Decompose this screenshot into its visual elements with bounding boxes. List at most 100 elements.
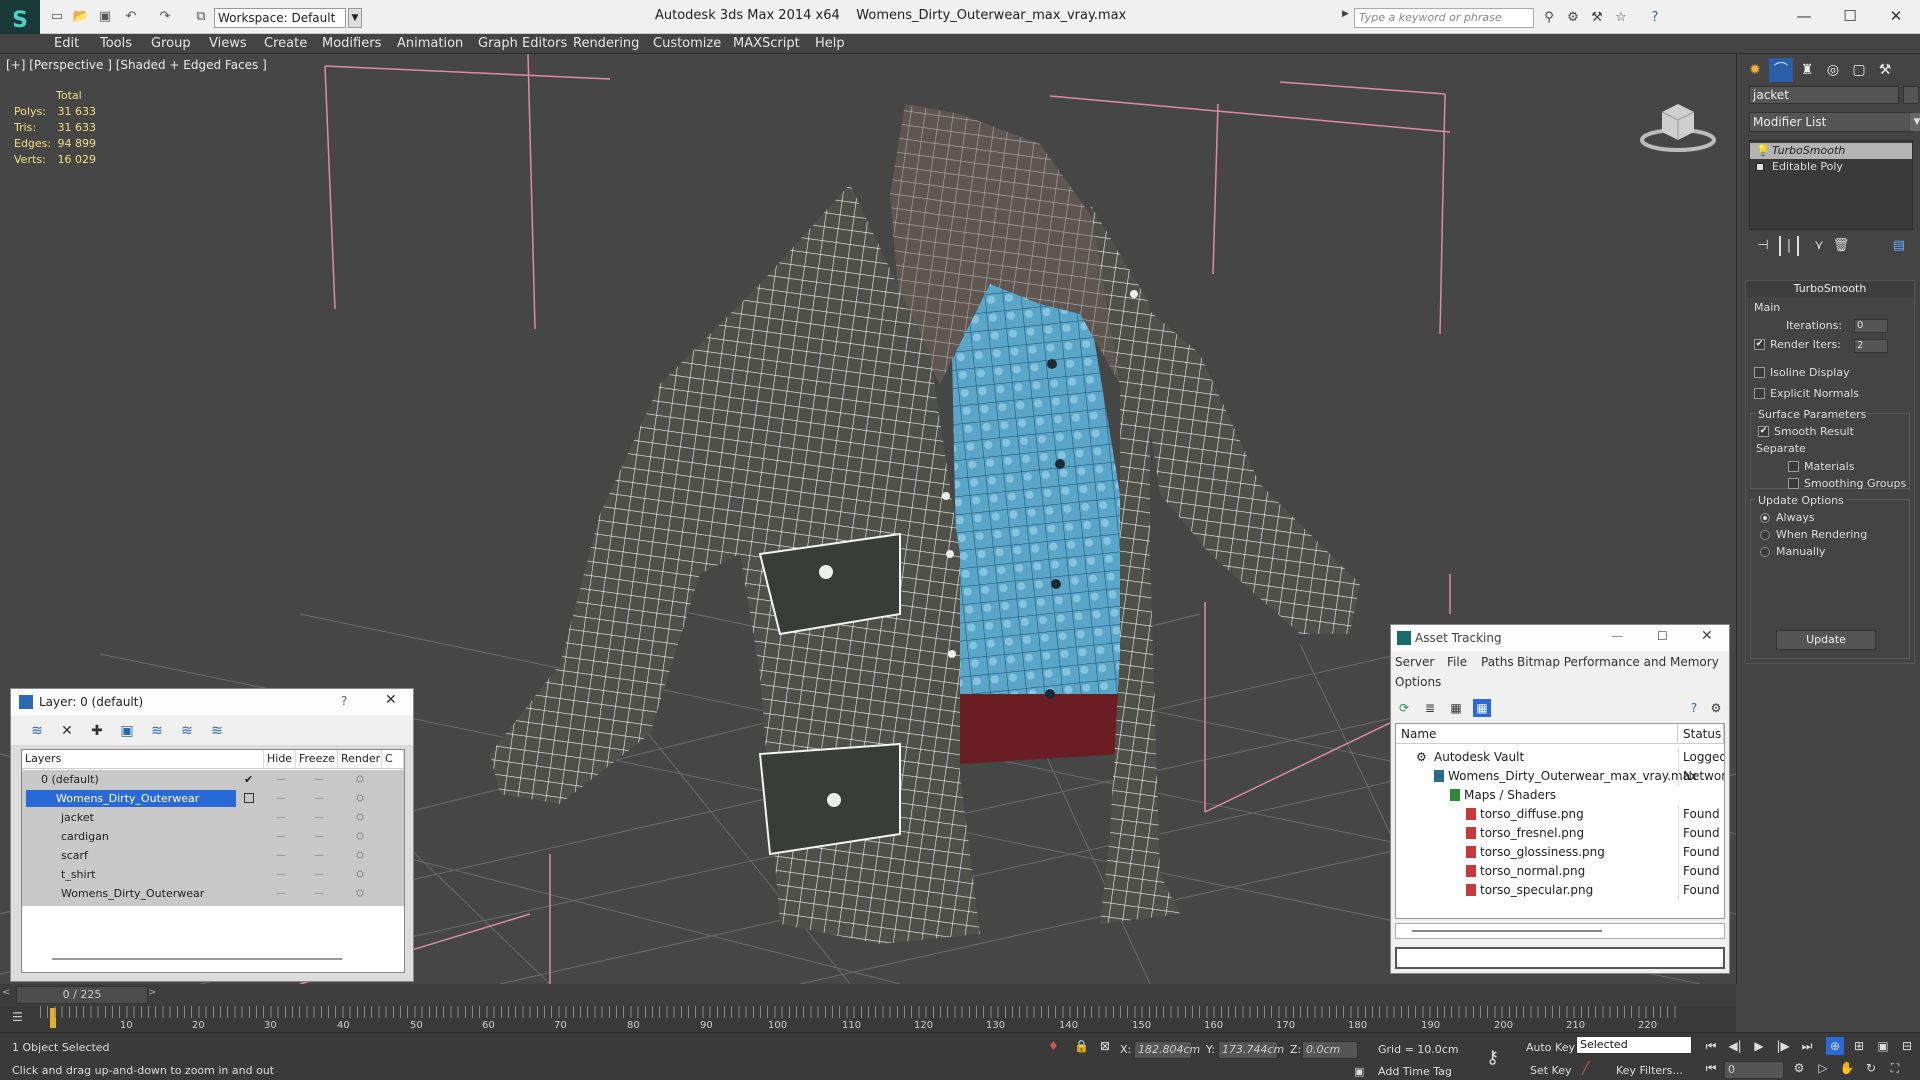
key-filters-button[interactable]: Key Filters... bbox=[1616, 1064, 1683, 1077]
save-icon[interactable]: ▣ bbox=[96, 8, 114, 26]
remove-modifier-icon[interactable]: 🗑 bbox=[1831, 236, 1851, 256]
asset-row[interactable]: torso_fresnel.png Found bbox=[1396, 824, 1724, 843]
lock-icon[interactable]: 🔒 bbox=[1074, 1039, 1089, 1053]
render-iters-spinner[interactable]: 2 bbox=[1854, 339, 1888, 353]
highlight-layer-icon[interactable]: ≋ bbox=[147, 721, 167, 741]
set-current-icon[interactable] bbox=[244, 793, 254, 803]
asset-path-field[interactable] bbox=[1395, 947, 1725, 969]
y-coord-field[interactable]: 173.744cm bbox=[1218, 1041, 1284, 1059]
add-time-tag[interactable]: Add Time Tag bbox=[1378, 1065, 1452, 1078]
menu-edit[interactable]: Edit bbox=[54, 34, 79, 54]
menu-views[interactable]: Views bbox=[209, 34, 247, 54]
z-coord-field[interactable]: 0.0cm bbox=[1302, 1041, 1358, 1059]
redo-icon[interactable]: ↷ bbox=[156, 8, 174, 26]
col-render[interactable]: Render bbox=[338, 750, 382, 768]
key-icon[interactable]: ⚷ bbox=[1486, 1047, 1499, 1068]
object-color-swatch[interactable] bbox=[1903, 86, 1919, 104]
select-objects-icon[interactable]: ▣ bbox=[117, 721, 137, 741]
communication-icon[interactable]: ⚒ bbox=[1588, 9, 1606, 27]
menu-group[interactable]: Group bbox=[151, 34, 191, 54]
menu-server[interactable]: Server bbox=[1395, 655, 1434, 669]
menu-customize[interactable]: Customize bbox=[653, 34, 721, 54]
menu-modifiers[interactable]: Modifiers bbox=[322, 34, 381, 54]
thumbnail-view-icon[interactable]: ▦ bbox=[1447, 699, 1465, 717]
menu-rendering[interactable]: Rendering bbox=[573, 34, 639, 54]
help-icon[interactable]: ? bbox=[1685, 699, 1703, 717]
table-view-icon[interactable]: ▦ bbox=[1473, 699, 1491, 717]
smoothing-groups-checkbox[interactable] bbox=[1788, 478, 1799, 489]
pin-stack-icon[interactable]: ⊣ bbox=[1753, 236, 1773, 256]
go-to-end-icon[interactable]: ⏭ bbox=[1798, 1037, 1816, 1055]
search-input[interactable]: Type a keyword or phrase bbox=[1354, 8, 1534, 28]
always-radio[interactable] bbox=[1760, 513, 1770, 523]
col-hide[interactable]: Hide bbox=[264, 750, 296, 768]
next-frame-icon[interactable]: > bbox=[148, 987, 156, 998]
key-mode-dropdown[interactable]: Selected bbox=[1576, 1036, 1692, 1054]
list-view-icon[interactable]: ≣ bbox=[1421, 699, 1439, 717]
undo-icon[interactable]: ↶ bbox=[122, 8, 140, 26]
asset-row[interactable]: torso_diffuse.png Found bbox=[1396, 805, 1724, 824]
time-config-icon[interactable]: ⚙ bbox=[1790, 1059, 1808, 1077]
search-arrow-icon[interactable]: ▶ bbox=[1342, 9, 1352, 27]
minimize-icon[interactable]: — bbox=[1611, 629, 1623, 643]
menu-create[interactable]: Create bbox=[264, 34, 307, 54]
go-to-start-icon[interactable]: ⏮ bbox=[1702, 1037, 1720, 1055]
set-key-button[interactable]: Set Key bbox=[1530, 1064, 1572, 1077]
asset-window-titlebar[interactable]: Asset Tracking bbox=[1391, 625, 1729, 651]
chevron-down-icon[interactable]: ▼ bbox=[348, 8, 362, 28]
zoom-all-icon[interactable]: ⊞ bbox=[1850, 1037, 1868, 1055]
menu-animation[interactable]: Animation bbox=[397, 34, 463, 54]
close-icon[interactable]: ✕ bbox=[385, 692, 397, 708]
layer-row-scarf[interactable]: scarf — — ⛭ bbox=[22, 846, 404, 865]
asset-row[interactable]: torso_specular.png Found bbox=[1396, 881, 1724, 900]
object-name-field[interactable]: jacket bbox=[1749, 86, 1899, 104]
maximize-icon[interactable]: ☐ bbox=[1657, 629, 1668, 643]
create-tab-icon[interactable]: ✹ bbox=[1743, 58, 1767, 82]
pan-view-icon[interactable]: ✋ bbox=[1838, 1059, 1856, 1077]
layer-row-outerwear-object[interactable]: Womens_Dirty_Outerwear — — ⛭ bbox=[22, 884, 404, 903]
asset-row[interactable]: Maps / Shaders bbox=[1396, 786, 1724, 805]
rollout-title[interactable]: TurboSmooth bbox=[1746, 281, 1914, 297]
previous-frame-icon[interactable]: ◀| bbox=[1726, 1037, 1744, 1055]
display-tab-icon[interactable]: ▢ bbox=[1847, 58, 1871, 82]
configure-sets-icon[interactable]: ▤ bbox=[1889, 236, 1909, 256]
make-unique-icon[interactable]: ⋎ bbox=[1809, 236, 1829, 256]
delete-layer-icon[interactable]: ✕ bbox=[57, 721, 77, 741]
time-slider[interactable]: < 0 / 225 > bbox=[0, 984, 1736, 1006]
play-icon[interactable]: ▶ bbox=[1750, 1037, 1768, 1055]
explicit-normals-checkbox[interactable] bbox=[1754, 388, 1765, 399]
materials-checkbox[interactable] bbox=[1788, 461, 1799, 472]
subscription-icon[interactable]: ⚙ bbox=[1564, 9, 1582, 27]
project-folder-icon[interactable]: ⧉ bbox=[192, 8, 210, 26]
zoom-extents-icon[interactable]: ▣ bbox=[1874, 1037, 1892, 1055]
layers-icon[interactable]: ≋ bbox=[27, 721, 47, 741]
key-mode-toggle-icon[interactable]: ⏮ bbox=[1702, 1059, 1720, 1077]
menu-paths[interactable]: Paths bbox=[1481, 655, 1514, 669]
utilities-tab-icon[interactable]: ⚒ bbox=[1873, 58, 1897, 82]
maximize-viewport-icon[interactable]: ⛶ bbox=[1886, 1059, 1904, 1077]
field-of-view-icon[interactable]: ▷ bbox=[1814, 1059, 1832, 1077]
manually-radio[interactable] bbox=[1760, 547, 1770, 557]
iterations-spinner[interactable]: 0 bbox=[1854, 319, 1888, 333]
asset-row[interactable]: Womens_Dirty_Outerwear_max_vray.max Netwo… bbox=[1396, 767, 1724, 786]
help-icon[interactable]: ? bbox=[341, 694, 347, 708]
time-slider-thumb[interactable]: 0 / 225 bbox=[16, 986, 148, 1004]
layer-window-titlebar[interactable]: Layer: 0 (default) bbox=[11, 689, 413, 715]
col-color[interactable]: C bbox=[382, 750, 404, 768]
asset-row[interactable]: ⚙Autodesk VaultLogged O bbox=[1396, 748, 1724, 767]
set-key-icon[interactable]: ╱ bbox=[1582, 1061, 1589, 1075]
time-tag-icon[interactable]: ▣ bbox=[1354, 1065, 1364, 1078]
new-file-icon[interactable]: ▭ bbox=[48, 8, 66, 26]
modifier-list-dropdown[interactable]: Modifier List ▼ bbox=[1749, 112, 1920, 132]
workspace-dropdown[interactable]: Workspace: Default bbox=[214, 8, 346, 28]
modify-tab-icon[interactable]: ⌒ bbox=[1769, 58, 1793, 82]
viewcube-icon[interactable] bbox=[1640, 94, 1716, 154]
settings-icon[interactable]: ⚙ bbox=[1707, 699, 1725, 717]
col-layers[interactable]: Layers bbox=[22, 750, 264, 768]
binoculars-icon[interactable]: ⚲ bbox=[1540, 9, 1558, 27]
motion-tab-icon[interactable]: ◎ bbox=[1821, 58, 1845, 82]
col-name[interactable]: Name bbox=[1396, 724, 1678, 744]
layer-row-jacket[interactable]: jacket — — ⛭ bbox=[22, 808, 404, 827]
horizontal-scrollbar[interactable] bbox=[52, 958, 342, 960]
hierarchy-tab-icon[interactable]: ♜ bbox=[1795, 58, 1819, 82]
